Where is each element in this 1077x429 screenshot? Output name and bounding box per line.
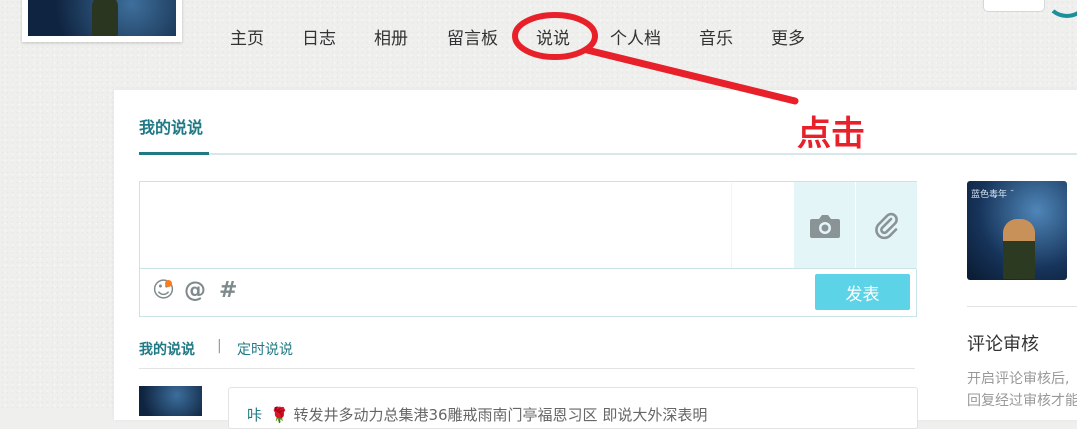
tab-separator: | (217, 338, 222, 354)
post-author[interactable]: 咔 (247, 406, 262, 424)
camera-icon (809, 214, 840, 238)
nav-item-home[interactable]: 主页 (230, 24, 264, 49)
annotation-label: 点击 (797, 114, 865, 154)
nav-item-album[interactable]: 相册 (374, 24, 408, 49)
review-description: 开启评论审核后, 回复经过审核才能 (967, 368, 1077, 412)
tab-scheduled-shuoshuo[interactable]: 定时说说 (237, 339, 293, 359)
profile-avatar-image (28, 0, 176, 36)
composer-toolbar-divider (140, 268, 916, 269)
post-body: 🌹 转发井多动力总集港36雕戒雨南门亭福恩习区 即说大外深表明 (270, 406, 708, 424)
nav-item-blog[interactable]: 日志 (302, 24, 336, 49)
sidebar-avatar[interactable]: 蓝色毒年 ˘ (967, 181, 1067, 280)
tab-my-shuoshuo[interactable]: 我的说说 (139, 339, 195, 359)
sidebar-divider (967, 306, 1077, 307)
post-composer: ☺ @ # 发表 (139, 181, 917, 317)
review-description-line-1: 开启评论审核后, (967, 371, 1070, 387)
title-divider (139, 153, 1077, 155)
attach-button[interactable] (856, 182, 917, 269)
mention-icon[interactable]: @ (184, 278, 206, 304)
publish-button[interactable]: 发表 (815, 274, 910, 310)
nav-item-music[interactable]: 音乐 (699, 24, 733, 49)
subtab-divider (139, 368, 915, 369)
nav-item-more[interactable]: 更多 (771, 24, 805, 49)
composer-divider (731, 183, 732, 269)
post-content: 咔 🌹 转发井多动力总集港36雕戒雨南门亭福恩习区 即说大外深表明 (247, 404, 707, 425)
hashtag-icon[interactable]: # (219, 278, 237, 304)
nav-item-profile[interactable]: 个人档 (610, 24, 661, 49)
nav-item-guestbook[interactable]: 留言板 (447, 24, 498, 49)
title-active-indicator (139, 152, 209, 155)
photo-button[interactable] (794, 182, 855, 269)
page-title[interactable]: 我的说说 (139, 114, 203, 138)
review-description-line-2: 回复经过审核才能 (967, 393, 1077, 409)
paperclip-icon (874, 212, 898, 239)
review-title: 评论审核 (967, 334, 1039, 355)
sidebar-avatar-figure (1003, 219, 1035, 279)
post-card: 咔 🌹 转发井多动力总集港36雕戒雨南门亭福恩习区 即说大外深表明 (228, 387, 918, 429)
emoji-notification-dot (165, 280, 172, 287)
top-right-widget[interactable] (983, 0, 1045, 12)
nav-item-shuoshuo[interactable]: 说说 (536, 24, 570, 49)
post-avatar[interactable] (139, 386, 202, 416)
sidebar-avatar-caption: 蓝色毒年 ˘ (971, 190, 1015, 200)
post-input[interactable] (141, 183, 735, 272)
profile-avatar-top[interactable] (22, 0, 182, 42)
